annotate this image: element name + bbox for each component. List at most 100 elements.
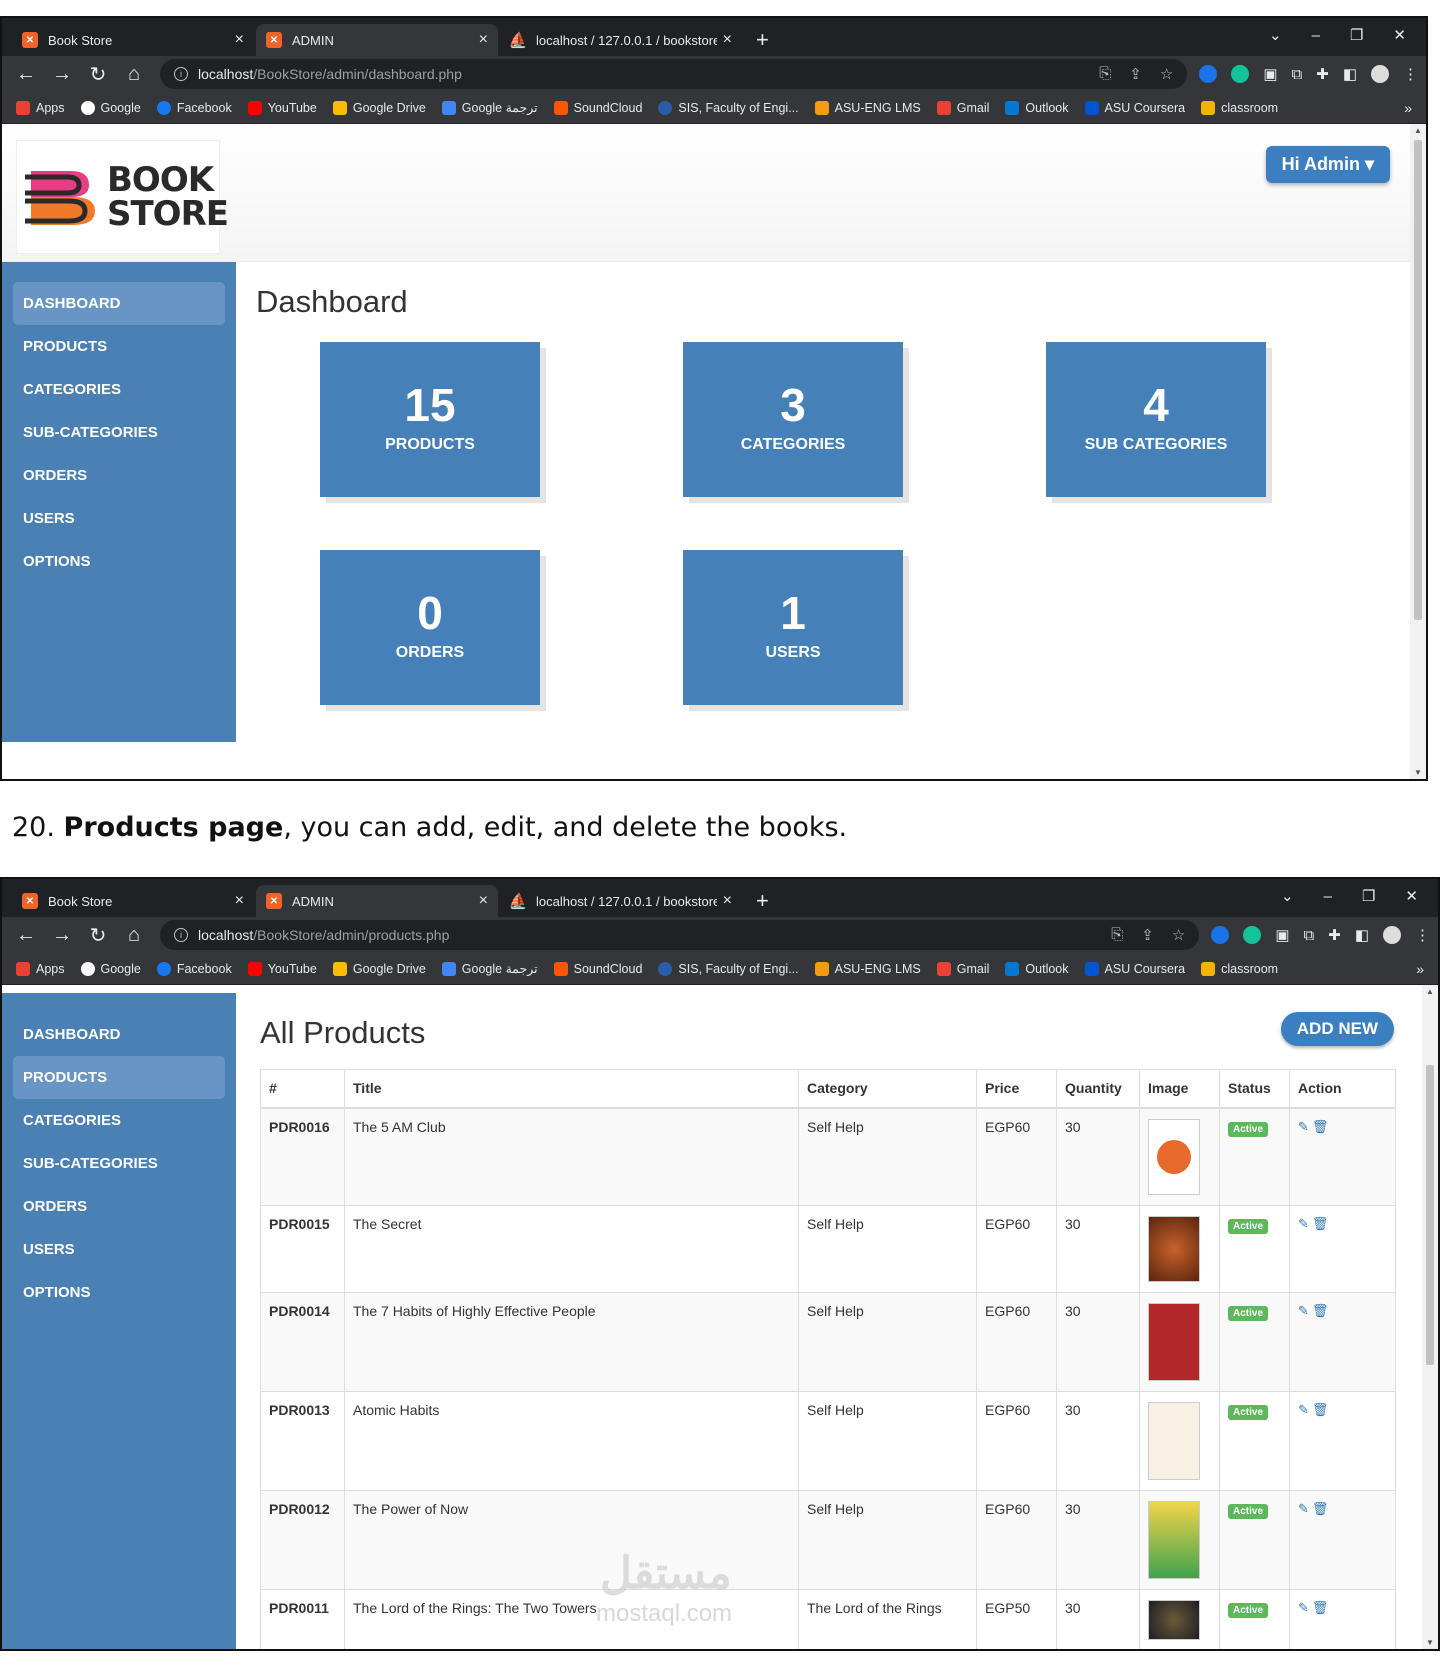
bookmark[interactable]: classroom bbox=[1201, 100, 1278, 115]
back-icon[interactable]: ← bbox=[10, 60, 42, 88]
close-tab-icon[interactable]: × bbox=[235, 31, 244, 49]
translate-icon[interactable]: ⎘ bbox=[1099, 65, 1111, 83]
edit-icon[interactable]: ✎ bbox=[1298, 1402, 1312, 1417]
bookmark[interactable]: SoundCloud bbox=[553, 100, 642, 115]
bookmark[interactable]: SIS, Faculty of Engi... bbox=[658, 100, 799, 115]
scroll-thumb[interactable] bbox=[1426, 1065, 1434, 1365]
bookmark[interactable]: classroom bbox=[1201, 961, 1278, 976]
close-tab-icon[interactable]: × bbox=[479, 31, 488, 49]
extension-icon[interactable] bbox=[1199, 65, 1218, 83]
close-tab-icon[interactable]: × bbox=[235, 892, 244, 910]
back-icon[interactable]: ← bbox=[10, 921, 42, 949]
sidebar-item-options[interactable]: OPTIONS bbox=[13, 1271, 225, 1314]
add-new-button[interactable]: ADD NEW bbox=[1280, 1012, 1394, 1046]
page-scrollbar[interactable]: ▲ ▼ bbox=[1422, 985, 1438, 1649]
minimize-icon[interactable]: – bbox=[1312, 27, 1320, 44]
book-cover-image[interactable] bbox=[1148, 1600, 1200, 1640]
book-cover-image[interactable] bbox=[1148, 1402, 1200, 1480]
bookmark-star-icon[interactable]: ☆ bbox=[1160, 65, 1173, 83]
bookmark[interactable]: Gmail bbox=[936, 100, 989, 115]
close-tab-icon[interactable]: × bbox=[723, 31, 732, 49]
sidepanel-icon[interactable]: ◧ bbox=[1343, 65, 1357, 83]
close-tab-icon[interactable]: × bbox=[723, 892, 732, 910]
trash-icon[interactable]: 🗑 bbox=[1312, 1600, 1332, 1615]
stat-card-orders[interactable]: 0 ORDERS bbox=[320, 550, 540, 705]
bookmark[interactable]: Apps bbox=[16, 961, 65, 976]
user-menu-button[interactable]: Hi Admin ▾ bbox=[1265, 146, 1390, 183]
sidebar-item-dashboard[interactable]: DASHBOARD bbox=[13, 1013, 225, 1056]
bookmark[interactable]: Google Drive bbox=[332, 961, 426, 976]
edit-icon[interactable]: ✎ bbox=[1298, 1600, 1312, 1615]
stat-card-users[interactable]: 1 USERS bbox=[683, 550, 903, 705]
browser-tab-active[interactable]: ✕ ADMIN × bbox=[256, 885, 498, 917]
more-bookmarks-icon[interactable]: » bbox=[1404, 100, 1412, 116]
restore-icon[interactable]: ❐ bbox=[1362, 887, 1375, 905]
bookmark[interactable]: YouTube bbox=[247, 100, 317, 115]
translate-ext-icon[interactable]: ⧉ bbox=[1304, 927, 1315, 944]
bookmark[interactable]: YouTube bbox=[247, 961, 317, 976]
book-cover-image[interactable] bbox=[1148, 1216, 1200, 1282]
tab-search-icon[interactable]: ⌄ bbox=[1281, 887, 1294, 905]
tab-search-icon[interactable]: ⌄ bbox=[1269, 26, 1282, 44]
grammarly-icon[interactable] bbox=[1231, 65, 1250, 83]
close-window-icon[interactable]: ✕ bbox=[1405, 887, 1418, 905]
reload-icon[interactable]: ↻ bbox=[82, 921, 114, 949]
bookmark[interactable]: Outlook bbox=[1005, 961, 1069, 976]
bookmark-star-icon[interactable]: ☆ bbox=[1172, 926, 1185, 944]
browser-tab[interactable]: ✕ Book Store × bbox=[12, 885, 254, 917]
bookmark[interactable]: Google ترجمة bbox=[441, 100, 538, 115]
sidebar-item-products[interactable]: PRODUCTS bbox=[13, 1056, 225, 1099]
column-header[interactable]: Action bbox=[1289, 1069, 1396, 1109]
edit-icon[interactable]: ✎ bbox=[1298, 1501, 1312, 1516]
share-icon[interactable]: ⇪ bbox=[1141, 926, 1154, 944]
new-tab-button[interactable]: + bbox=[744, 24, 781, 56]
close-tab-icon[interactable]: × bbox=[479, 892, 488, 910]
edit-icon[interactable]: ✎ bbox=[1298, 1303, 1312, 1318]
address-bar[interactable]: i localhost/BookStore/admin/products.php… bbox=[160, 920, 1200, 950]
column-header[interactable]: Title bbox=[344, 1069, 799, 1109]
puzzle-icon[interactable]: ✚ bbox=[1316, 65, 1329, 83]
trash-icon[interactable]: 🗑 bbox=[1312, 1402, 1332, 1417]
edit-icon[interactable]: ✎ bbox=[1298, 1119, 1312, 1134]
profile-avatar[interactable] bbox=[1371, 65, 1389, 83]
browser-tab[interactable]: ✕ Book Store × bbox=[12, 24, 254, 56]
home-icon[interactable]: ⌂ bbox=[118, 921, 150, 949]
sidebar-item-options[interactable]: OPTIONS bbox=[13, 540, 225, 583]
bookstore-logo[interactable]: BOOK STORE bbox=[16, 140, 229, 254]
browser-tab[interactable]: ⛵ localhost / 127.0.0.1 / bookstore × bbox=[500, 885, 742, 917]
trash-icon[interactable]: 🗑 bbox=[1312, 1501, 1332, 1516]
address-bar[interactable]: i localhost/BookStore/admin/dashboard.ph… bbox=[160, 59, 1188, 89]
site-info-icon[interactable]: i bbox=[174, 67, 188, 81]
minimize-icon[interactable]: – bbox=[1324, 888, 1332, 905]
sidebar-item-dashboard[interactable]: DASHBOARD bbox=[13, 282, 225, 325]
home-icon[interactable]: ⌂ bbox=[118, 60, 150, 88]
bookmark[interactable]: Google ترجمة bbox=[441, 961, 538, 976]
bookmark[interactable]: ASU Coursera bbox=[1084, 100, 1185, 115]
sidebar-item-sub-categories[interactable]: SUB-CATEGORIES bbox=[13, 1142, 225, 1185]
sidebar-item-categories[interactable]: CATEGORIES bbox=[13, 1099, 225, 1142]
column-header[interactable]: Status bbox=[1219, 1069, 1290, 1109]
column-header[interactable]: Quantity bbox=[1056, 1069, 1140, 1109]
book-cover-image[interactable] bbox=[1148, 1303, 1200, 1381]
sidebar-item-orders[interactable]: ORDERS bbox=[13, 1185, 225, 1228]
bookmark[interactable]: Facebook bbox=[156, 100, 232, 115]
bookmark[interactable]: SIS, Faculty of Engi... bbox=[658, 961, 799, 976]
trash-icon[interactable]: 🗑 bbox=[1312, 1303, 1332, 1318]
sidepanel-icon[interactable]: ◧ bbox=[1355, 926, 1369, 944]
bookmark[interactable]: SoundCloud bbox=[553, 961, 642, 976]
site-info-icon[interactable]: i bbox=[174, 928, 188, 942]
forward-icon[interactable]: → bbox=[46, 921, 78, 949]
sidebar-item-products[interactable]: PRODUCTS bbox=[13, 325, 225, 368]
edit-icon[interactable]: ✎ bbox=[1298, 1216, 1312, 1231]
bookmark[interactable]: ASU Coursera bbox=[1084, 961, 1185, 976]
extension-icon[interactable] bbox=[1211, 926, 1230, 944]
menu-kebab-icon[interactable]: ⋮ bbox=[1403, 65, 1418, 83]
bookmark[interactable]: Google Drive bbox=[332, 100, 426, 115]
menu-kebab-icon[interactable]: ⋮ bbox=[1415, 926, 1430, 944]
notion-icon[interactable]: ▣ bbox=[1263, 65, 1277, 83]
new-tab-button[interactable]: + bbox=[744, 885, 781, 917]
share-icon[interactable]: ⇪ bbox=[1129, 65, 1142, 83]
sidebar-item-sub-categories[interactable]: SUB-CATEGORIES bbox=[13, 411, 225, 454]
bookmark[interactable]: Google bbox=[80, 100, 141, 115]
sidebar-item-users[interactable]: USERS bbox=[13, 497, 225, 540]
